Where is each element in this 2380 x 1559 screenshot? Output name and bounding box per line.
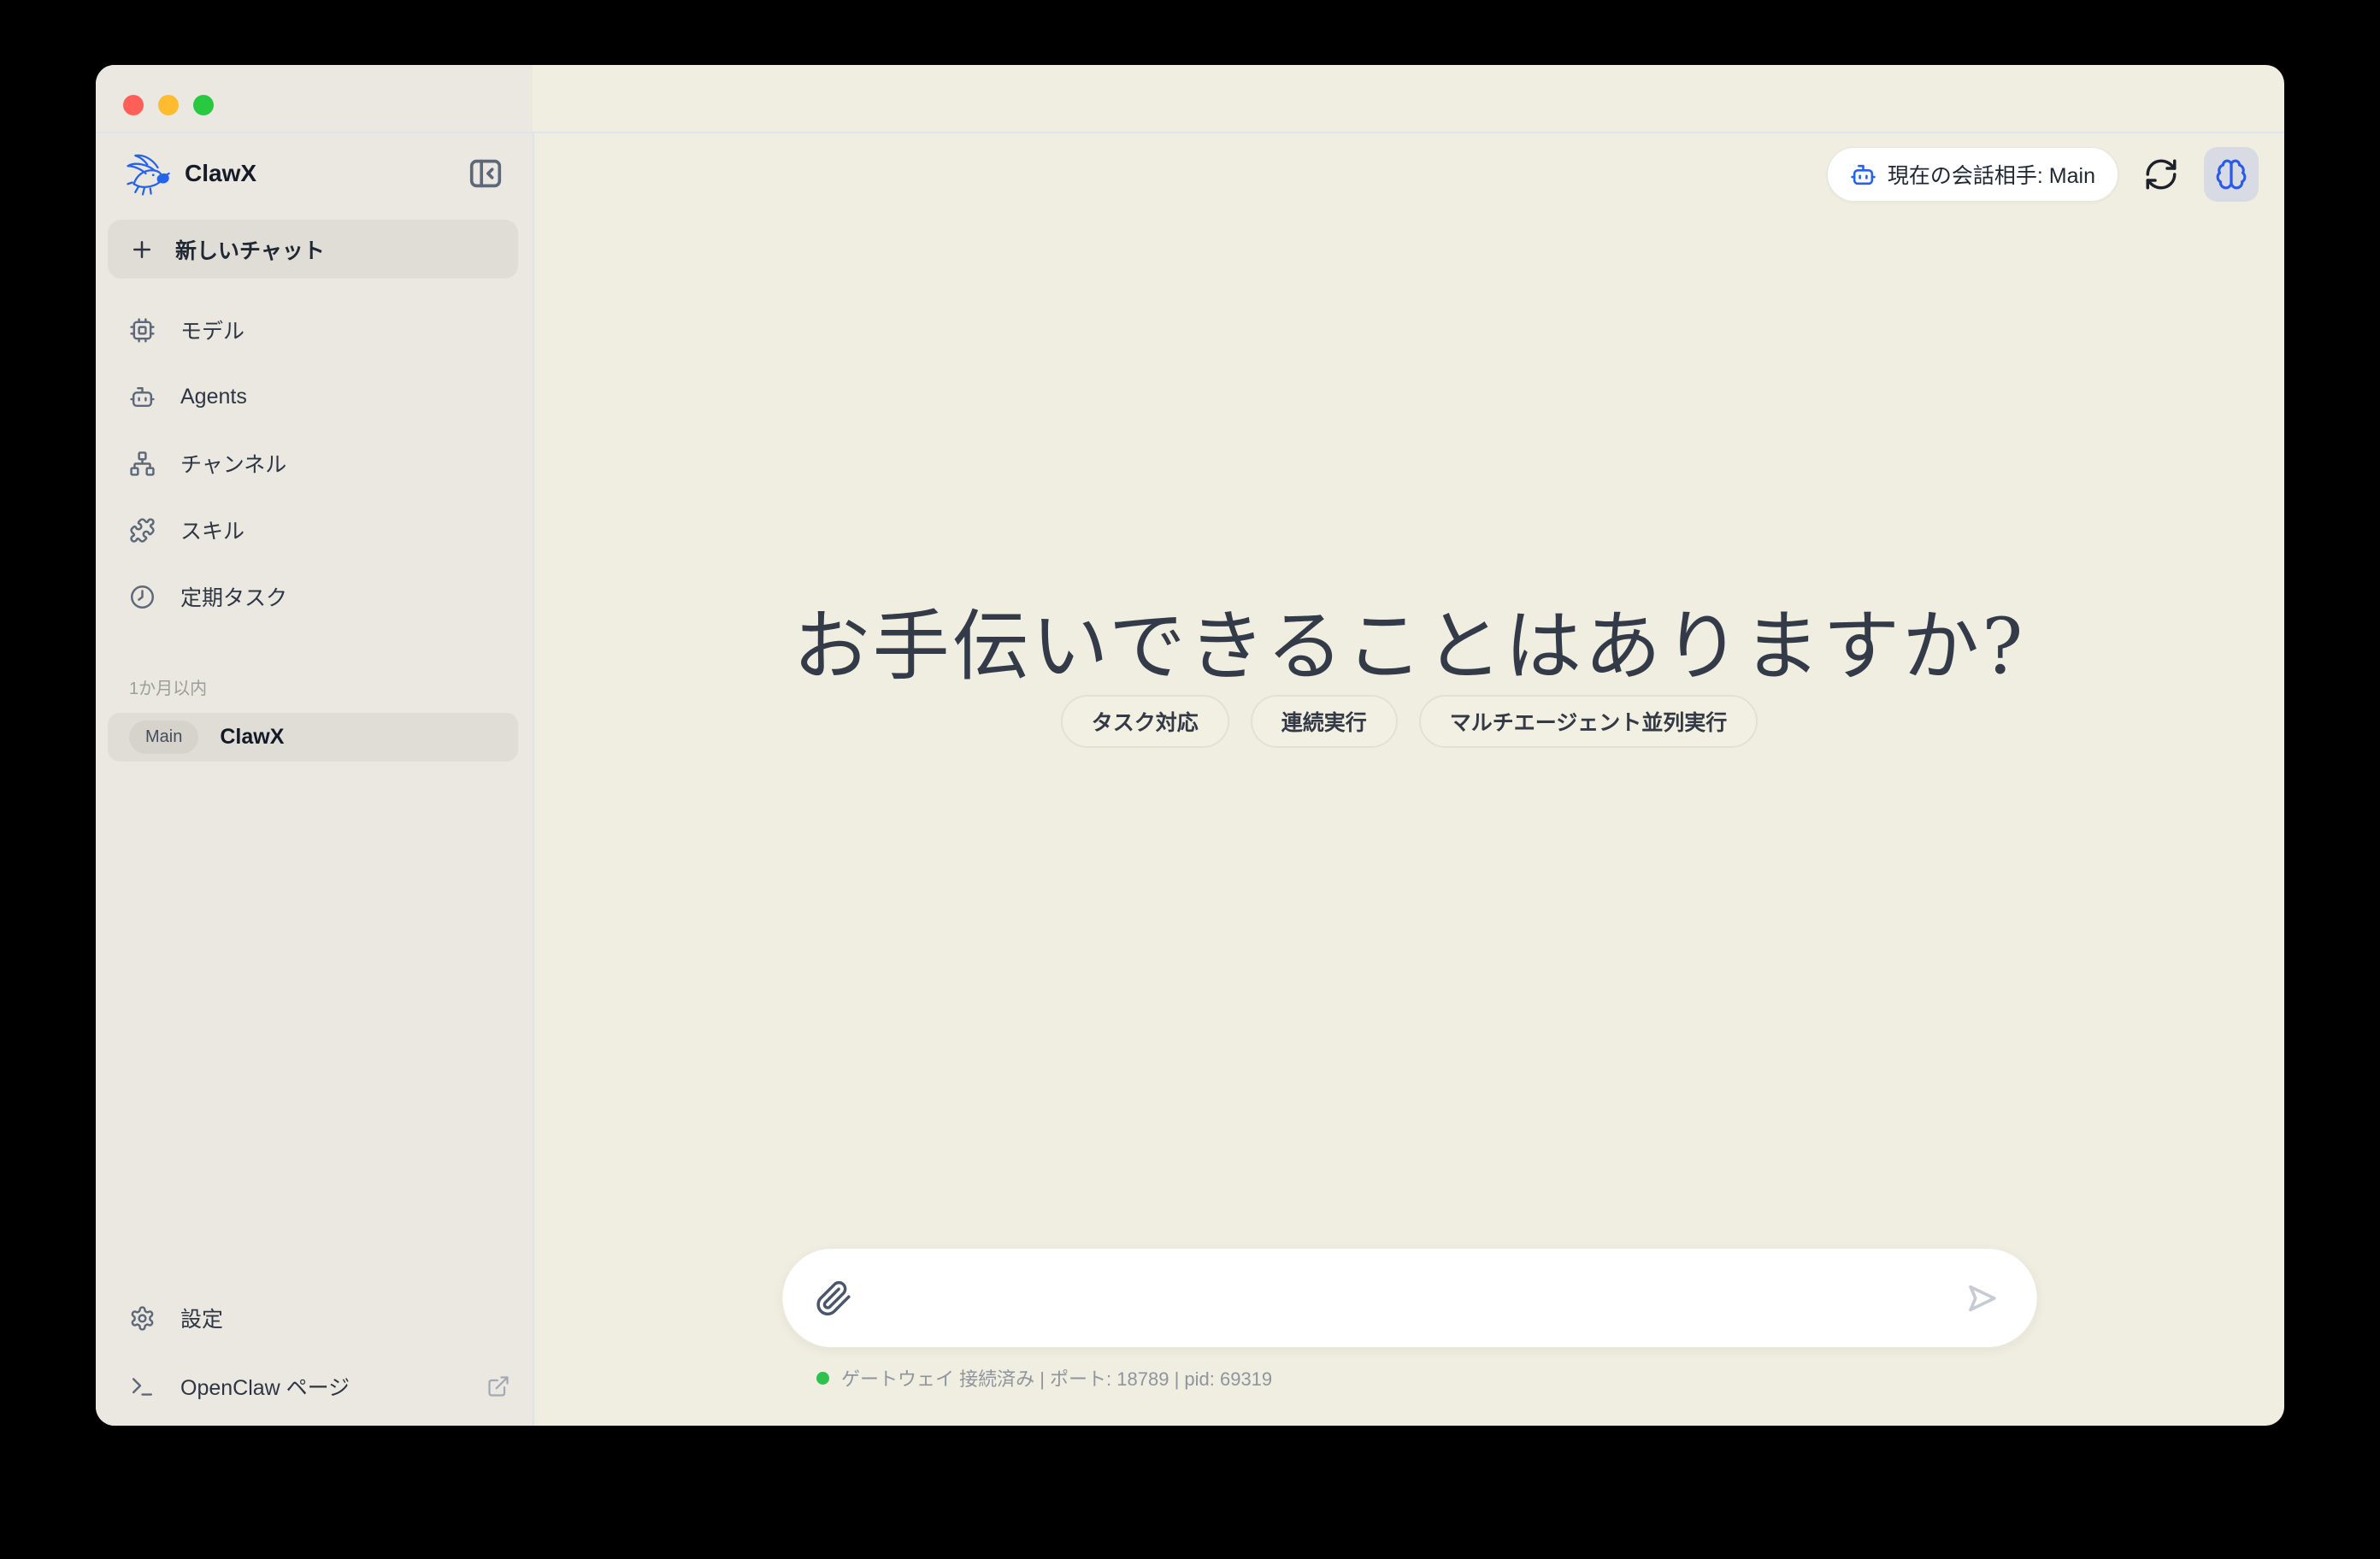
new-chat-button[interactable]: 新しいチャット xyxy=(108,220,518,279)
sidebar-item-label: 定期タスク xyxy=(180,581,287,612)
sidebar-item-label: Agents xyxy=(180,385,247,409)
zoom-window-button[interactable] xyxy=(193,95,214,115)
clock-icon xyxy=(129,584,156,610)
refresh-icon xyxy=(2143,156,2179,192)
sidebar-divider xyxy=(533,132,534,1426)
sidebar-item-settings[interactable]: 設定 xyxy=(108,1292,521,1344)
external-link-icon xyxy=(486,1374,510,1398)
gateway-status: ゲートウェイ 接続済み | ポート: 18789 | pid: 69319 xyxy=(816,1364,1272,1391)
traffic-lights xyxy=(123,95,214,115)
sidebar-header: ClawX xyxy=(125,150,507,197)
sidebar-item-label: チャンネル xyxy=(180,448,286,479)
suggestion-pills: タスク対応 連続実行 マルチエージェント並列実行 xyxy=(534,695,2284,748)
sidebar-footer: 設定 OpenClaw ページ xyxy=(96,1292,533,1426)
minimize-window-button[interactable] xyxy=(158,95,179,115)
chip-icon xyxy=(129,317,156,344)
sidebar-item-scheduled-tasks[interactable]: 定期タスク xyxy=(108,571,518,622)
history-section-label: 1か月以内 xyxy=(129,674,533,699)
suggestion-continuous-run[interactable]: 連続実行 xyxy=(1251,695,1398,748)
close-window-button[interactable] xyxy=(123,95,144,115)
desktop: { "app": { "name": "ClawX", "accent_colo… xyxy=(0,0,2380,1559)
topbar-actions: 現在の会話相手: Main xyxy=(1827,147,2259,202)
status-dot-icon xyxy=(816,1372,829,1385)
brain-mode-button[interactable] xyxy=(2204,147,2259,202)
app-title: ClawX xyxy=(185,160,464,187)
chat-title: ClawX xyxy=(220,725,284,750)
chat-history-item[interactable]: Main ClawX xyxy=(108,713,518,762)
openclaw-page-label: OpenClaw ページ xyxy=(180,1371,350,1402)
sidebar-item-openclaw-page[interactable]: OpenClaw ページ xyxy=(108,1361,521,1412)
current-conversation-button[interactable]: 現在の会話相手: Main xyxy=(1827,147,2118,202)
titlebar-divider xyxy=(96,132,2284,133)
sidebar-item-label: スキル xyxy=(180,515,244,545)
panel-collapse-icon xyxy=(466,154,505,193)
settings-label: 設定 xyxy=(180,1303,223,1333)
current-conversation-label: 現在の会話相手: Main xyxy=(1888,159,2095,190)
new-chat-label: 新しいチャット xyxy=(175,234,325,265)
gear-icon xyxy=(129,1305,156,1332)
lobster-logo-icon xyxy=(125,150,173,197)
sidebar: ClawX 新しいチャット xyxy=(96,65,533,1426)
message-input[interactable] xyxy=(852,1272,1961,1325)
sidebar-nav: モデル Agents チャンネル xyxy=(96,304,533,638)
suggestion-task-support[interactable]: タスク対応 xyxy=(1061,695,1229,748)
plus-icon xyxy=(129,237,155,262)
app-window: ClawX 新しいチャット xyxy=(96,65,2284,1426)
agent-badge: Main xyxy=(129,721,198,754)
network-icon xyxy=(129,450,156,477)
puzzle-icon xyxy=(129,517,156,544)
suggestion-multi-agent[interactable]: マルチエージェント並列実行 xyxy=(1419,695,1758,748)
robot-icon xyxy=(129,384,156,410)
brain-icon xyxy=(2215,158,2247,191)
terminal-icon xyxy=(129,1374,156,1400)
sidebar-item-channels[interactable]: チャンネル xyxy=(108,438,518,489)
robot-icon xyxy=(1850,162,1876,188)
hero-heading: お手伝いできることはありますか? xyxy=(534,591,2284,703)
sidebar-item-agents[interactable]: Agents xyxy=(108,371,518,422)
collapse-sidebar-button[interactable] xyxy=(464,152,507,195)
sidebar-item-label: モデル xyxy=(180,315,244,345)
attach-file-icon[interactable] xyxy=(815,1280,852,1317)
sidebar-item-models[interactable]: モデル xyxy=(108,304,518,356)
send-icon[interactable] xyxy=(1961,1279,2000,1318)
refresh-button[interactable] xyxy=(2142,156,2180,193)
status-text: ゲートウェイ 接続済み | ポート: 18789 | pid: 69319 xyxy=(841,1364,1272,1391)
message-composer[interactable] xyxy=(781,1248,2037,1348)
sidebar-item-skills[interactable]: スキル xyxy=(108,504,518,556)
main-area: 現在の会話相手: Main お手伝いできることはありますか? タスク対応 xyxy=(534,132,2284,1426)
